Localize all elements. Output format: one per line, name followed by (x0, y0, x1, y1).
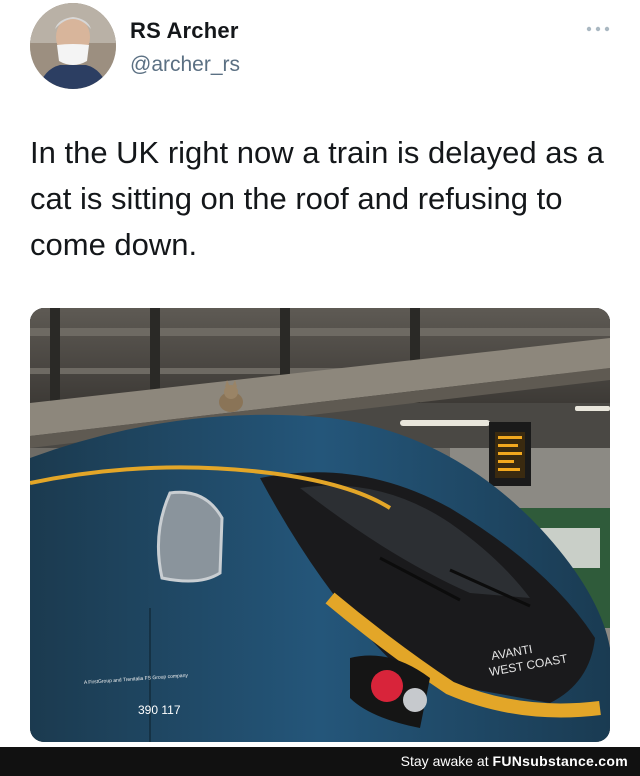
author-handle[interactable]: @archer_rs (130, 53, 240, 77)
site-footer: Stay awake at FUNsubstance.com (0, 747, 640, 776)
avatar-photo (30, 3, 116, 89)
avatar[interactable] (30, 3, 116, 89)
footer-watermark[interactable]: Stay awake at FUNsubstance.com (401, 747, 628, 776)
footer-prefix: Stay awake at (400, 753, 493, 769)
tweet-photo[interactable]: AVANTI WEST COAST A FirstGroup and Treni… (30, 308, 610, 742)
ellipsis-icon[interactable] (585, 24, 611, 34)
footer-brand: FUNsubstance.com (492, 753, 628, 769)
tweet-header: RS Archer @archer_rs (0, 0, 640, 100)
train-photo: AVANTI WEST COAST A FirstGroup and Treni… (30, 308, 610, 742)
tweet-text: In the UK right now a train is delayed a… (30, 135, 604, 262)
author-name[interactable]: RS Archer (130, 18, 239, 44)
train-unit-number: 390 117 (138, 703, 181, 717)
